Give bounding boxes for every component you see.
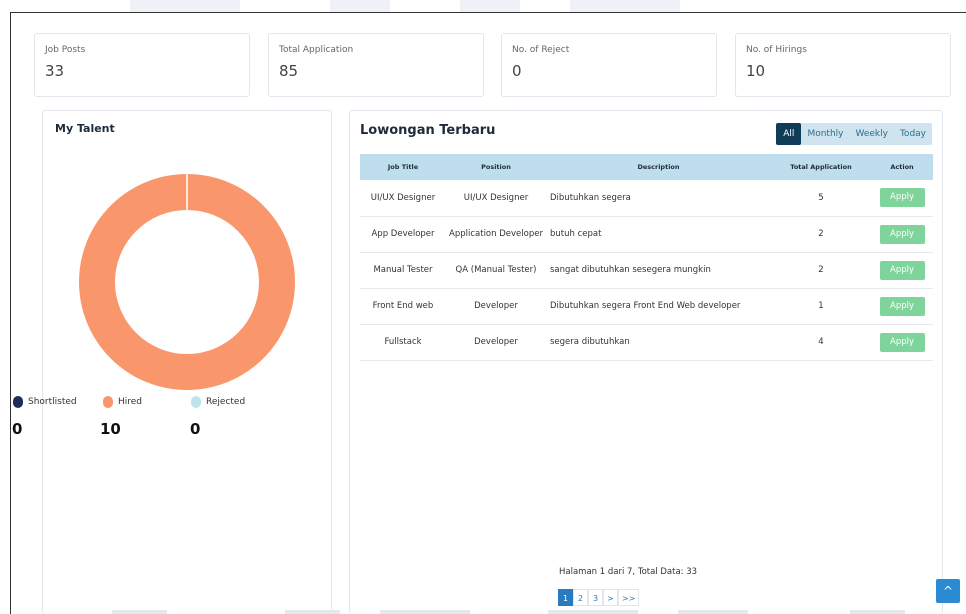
table-header-row: Job Title Position Description Total App…: [360, 154, 933, 180]
stat-value: 10: [746, 62, 766, 80]
bottom-tab: [285, 610, 340, 614]
cell-total: 1: [771, 288, 871, 325]
scroll-to-top-button[interactable]: ^: [936, 579, 960, 603]
col-action: Action: [871, 154, 933, 180]
cell-description: Dibutuhkan segera Front End Web develope…: [546, 288, 771, 325]
legend-label: Shortlisted: [28, 397, 77, 407]
apply-button[interactable]: Apply: [879, 260, 925, 280]
page-1-button[interactable]: 1: [558, 589, 573, 606]
cell-job-title: Front End web: [360, 288, 446, 325]
cell-description: butuh cepat: [546, 216, 771, 253]
pagination: 1 2 3 > >>: [558, 589, 640, 606]
cell-job-title: UI/UX Designer: [360, 180, 446, 217]
cell-total: 5: [771, 180, 871, 217]
cell-job-title: App Developer: [360, 216, 446, 253]
cell-description: sangat dibutuhkan sesegera mungkin: [546, 252, 771, 289]
next-page-button[interactable]: >: [603, 589, 618, 606]
legend-item-hired[interactable]: Hired: [103, 396, 142, 408]
cell-total: 2: [771, 252, 871, 289]
stat-label: No. of Hirings: [746, 45, 807, 55]
apply-button[interactable]: Apply: [879, 296, 925, 316]
rejected-count: 0: [190, 420, 201, 438]
my-talent-title: My Talent: [55, 122, 115, 135]
jobs-table: Job Title Position Description Total App…: [360, 154, 933, 361]
cell-action: Apply: [871, 216, 933, 253]
stat-total-application: Total Application 85: [268, 33, 484, 97]
last-page-button[interactable]: >>: [618, 589, 640, 606]
latest-jobs-card: Lowongan Terbaru All Monthly Weekly Toda…: [349, 110, 943, 614]
talent-donut-chart: [79, 174, 295, 390]
bottom-tab: [380, 610, 470, 614]
col-position: Position: [446, 154, 546, 180]
filter-weekly[interactable]: Weekly: [849, 123, 893, 145]
stat-value: 33: [45, 62, 65, 80]
cell-position: Developer: [446, 324, 546, 361]
stat-value: 0: [512, 62, 522, 80]
cell-total: 4: [771, 324, 871, 361]
legend-item-shortlisted[interactable]: Shortlisted: [13, 396, 77, 408]
table-row: UI/UX Designer UI/UX Designer Dibutuhkan…: [360, 180, 933, 217]
bottom-tab: [112, 610, 167, 614]
table-row: Manual Tester QA (Manual Tester) sangat …: [360, 252, 933, 289]
cell-position: UI/UX Designer: [446, 180, 546, 217]
latest-jobs-title: Lowongan Terbaru: [360, 123, 496, 138]
legend-dot-icon: [191, 396, 201, 408]
legend-item-rejected[interactable]: Rejected: [191, 396, 245, 408]
shortlisted-count: 0: [12, 420, 23, 438]
cell-total: 2: [771, 216, 871, 253]
cell-action: Apply: [871, 180, 933, 217]
watermark-block: [460, 0, 520, 12]
cell-action: Apply: [871, 324, 933, 361]
stat-job-posts: Job Posts 33: [34, 33, 250, 97]
cell-position: QA (Manual Tester): [446, 252, 546, 289]
stat-label: Total Application: [279, 45, 354, 55]
legend-dot-icon: [13, 396, 23, 408]
donut-slice-hired: [79, 174, 295, 390]
bottom-tab: [678, 610, 748, 614]
table-row: App Developer Application Developer butu…: [360, 216, 933, 253]
cell-action: Apply: [871, 288, 933, 325]
stat-no-of-reject: No. of Reject 0: [501, 33, 717, 97]
table-row: Front End web Developer Dibutuhkan seger…: [360, 288, 933, 325]
legend-dot-icon: [103, 396, 113, 408]
bottom-tab: [548, 610, 638, 614]
col-job-title: Job Title: [360, 154, 446, 180]
legend-label: Rejected: [206, 397, 246, 407]
cell-position: Developer: [446, 288, 546, 325]
watermark-block: [130, 0, 240, 12]
stat-no-of-hirings: No. of Hirings 10: [735, 33, 951, 97]
apply-button[interactable]: Apply: [879, 224, 925, 244]
stat-label: No. of Reject: [512, 45, 570, 55]
cell-job-title: Fullstack: [360, 324, 446, 361]
table-row: Fullstack Developer segera dibutuhkan 4 …: [360, 324, 933, 361]
apply-button[interactable]: Apply: [879, 332, 925, 352]
cell-action: Apply: [871, 252, 933, 289]
page-3-button[interactable]: 3: [588, 589, 603, 606]
pagination-info: Halaman 1 dari 7, Total Data: 33: [559, 567, 698, 577]
cell-job-title: Manual Tester: [360, 252, 446, 289]
stat-label: Job Posts: [45, 45, 86, 55]
apply-button[interactable]: Apply: [879, 188, 925, 208]
filter-today[interactable]: Today: [894, 123, 932, 145]
legend-label: Hired: [118, 397, 143, 407]
watermark-block: [330, 0, 390, 12]
col-total-application: Total Application: [771, 154, 871, 180]
filter-monthly[interactable]: Monthly: [801, 123, 849, 145]
stat-value: 85: [279, 62, 299, 80]
cell-description: segera dibutuhkan: [546, 324, 771, 361]
cell-description: Dibutuhkan segera: [546, 180, 771, 217]
watermark-block: [570, 0, 680, 12]
page-2-button[interactable]: 2: [573, 589, 588, 606]
filter-all[interactable]: All: [776, 123, 802, 145]
cell-position: Application Developer: [446, 216, 546, 253]
bottom-tab: [850, 610, 905, 614]
period-filter: All Monthly Weekly Today: [776, 123, 932, 145]
hired-count: 10: [100, 420, 121, 438]
col-description: Description: [546, 154, 771, 180]
chevron-up-icon: ^: [942, 584, 954, 598]
